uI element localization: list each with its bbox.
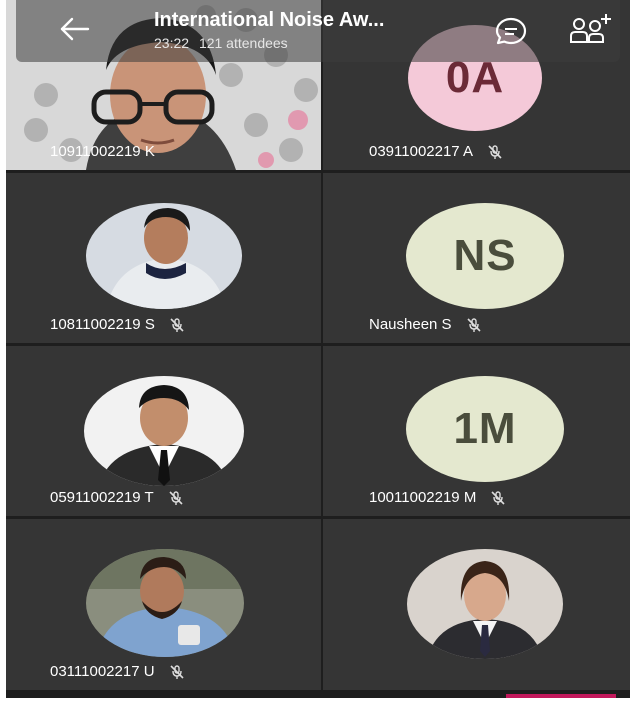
participant-photo (86, 203, 242, 309)
participant-name: 10911002219 K (50, 143, 155, 160)
participant-tile[interactable]: NS Nausheen S (323, 173, 630, 343)
attendee-count: 121 attendees (198, 35, 288, 51)
participant-photo (86, 549, 244, 657)
initials-avatar: NS (406, 203, 564, 309)
participant-name-label: 05911002219 T (50, 489, 184, 506)
participant-tile[interactable]: 10811002219 S (6, 173, 321, 343)
participant-photo (84, 376, 244, 486)
participant-name-label: Nausheen S (369, 316, 482, 333)
meeting-duration: 23:22 (154, 35, 190, 51)
participant-name: 05911002219 T (50, 489, 154, 506)
chat-icon[interactable] (494, 16, 528, 46)
participant-photo (407, 549, 563, 659)
mic-off-icon (491, 490, 505, 505)
mic-off-icon (169, 664, 184, 679)
mic-off-icon (466, 317, 481, 332)
participant-name: 10011002219 M (369, 489, 477, 506)
participant-name: 03911002217 A (369, 143, 473, 160)
avatar-initials: NS (453, 231, 517, 280)
participant-name-label: 10011002219 M (369, 489, 506, 506)
meeting-title: International Noise Aw... (154, 9, 385, 31)
bottom-accent-bar (506, 694, 616, 698)
add-people-icon[interactable] (569, 12, 613, 46)
participant-grid: 10911002219 K 0A 03911002217 A 108110022… (6, 0, 630, 690)
arrow-left-icon[interactable] (56, 14, 92, 44)
mic-off-icon (488, 144, 502, 159)
participant-name: Nausheen S (369, 316, 452, 333)
meeting-subtitle: 23:22 121 attendees (154, 35, 288, 51)
initials-avatar: 1M (406, 376, 564, 482)
participant-name: 10811002219 S (50, 316, 155, 333)
participant-name: 03111002217 U (50, 663, 155, 680)
participant-name-label: 03911002217 A (369, 143, 503, 160)
participant-tile[interactable]: 05911002219 T (6, 346, 321, 516)
mic-off-icon (170, 317, 184, 332)
meeting-screen: 10911002219 K 0A 03911002217 A 108110022… (6, 0, 630, 698)
participant-tile[interactable]: 03111002217 U (6, 519, 321, 690)
participant-name-label: 03111002217 U (50, 663, 185, 680)
meeting-header: International Noise Aw... 23:22 121 atte… (16, 0, 620, 62)
avatar-initials: 1M (453, 404, 517, 453)
mic-off-icon (169, 490, 183, 505)
participant-name-label: 10811002219 S (50, 316, 185, 333)
participant-name-label: 10911002219 K (50, 143, 155, 160)
participant-tile[interactable] (323, 519, 630, 690)
participant-tile[interactable]: 1M 10011002219 M (323, 346, 630, 516)
